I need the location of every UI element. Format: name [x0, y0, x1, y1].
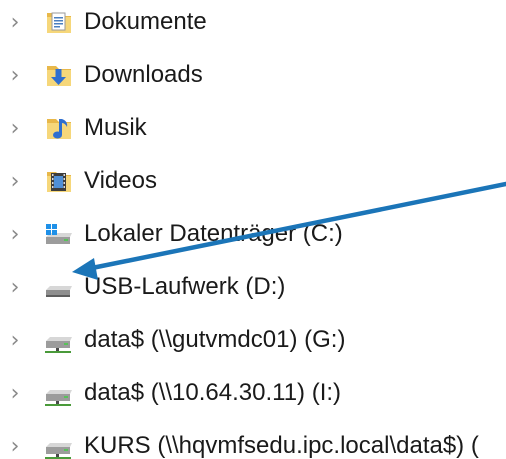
- network-drive-icon: [42, 378, 76, 408]
- videos-folder-icon: [42, 166, 76, 196]
- chevron-right-icon[interactable]: ›: [6, 117, 24, 141]
- music-folder-icon: [42, 113, 76, 143]
- nav-item-label: data$ (\\10.64.30.11) (I:): [84, 379, 342, 406]
- nav-item-label: Lokaler Datenträger (C:): [84, 220, 343, 247]
- nav-item-network-drive-g[interactable]: › data$ (\\gutvmdc01) (G:): [0, 315, 506, 368]
- chevron-right-icon[interactable]: ›: [6, 435, 24, 459]
- nav-item-downloads[interactable]: › Downloads: [0, 50, 506, 103]
- chevron-right-icon[interactable]: ›: [6, 11, 24, 35]
- chevron-right-icon[interactable]: ›: [6, 276, 24, 300]
- nav-item-musik[interactable]: › Musik: [0, 103, 506, 156]
- nav-item-label: USB-Laufwerk (D:): [84, 273, 286, 300]
- chevron-right-icon[interactable]: ›: [6, 382, 24, 406]
- nav-item-label: Videos: [84, 167, 157, 194]
- network-drive-icon: [42, 431, 76, 459]
- chevron-right-icon[interactable]: ›: [6, 64, 24, 88]
- nav-item-network-drive-i[interactable]: › data$ (\\10.64.30.11) (I:): [0, 368, 506, 421]
- downloads-folder-icon: [42, 60, 76, 90]
- nav-item-dokumente[interactable]: › Dokumente: [0, 0, 506, 50]
- nav-item-usb-drive-d[interactable]: › USB-Laufwerk (D:): [0, 262, 506, 315]
- documents-folder-icon: [42, 7, 76, 37]
- nav-item-label: data$ (\\gutvmdc01) (G:): [84, 326, 346, 353]
- nav-item-label: Downloads: [84, 61, 203, 88]
- navigation-tree: › Dokumente › Downloads › Musik › Videos…: [0, 0, 506, 459]
- nav-item-label: Dokumente: [84, 8, 207, 35]
- nav-item-network-drive-kurs[interactable]: › KURS (\\hqvmfsedu.ipc.local\data$) (: [0, 421, 506, 459]
- nav-item-videos[interactable]: › Videos: [0, 156, 506, 209]
- chevron-right-icon[interactable]: ›: [6, 329, 24, 353]
- usb-drive-icon: [42, 272, 76, 302]
- chevron-right-icon[interactable]: ›: [6, 223, 24, 247]
- network-drive-icon: [42, 325, 76, 355]
- windows-drive-icon: [42, 219, 76, 249]
- nav-item-label: KURS (\\hqvmfsedu.ipc.local\data$) (: [84, 432, 479, 459]
- nav-item-local-disk-c[interactable]: › Lokaler Datenträger (C:): [0, 209, 506, 262]
- nav-item-label: Musik: [84, 114, 147, 141]
- chevron-right-icon[interactable]: ›: [6, 170, 24, 194]
